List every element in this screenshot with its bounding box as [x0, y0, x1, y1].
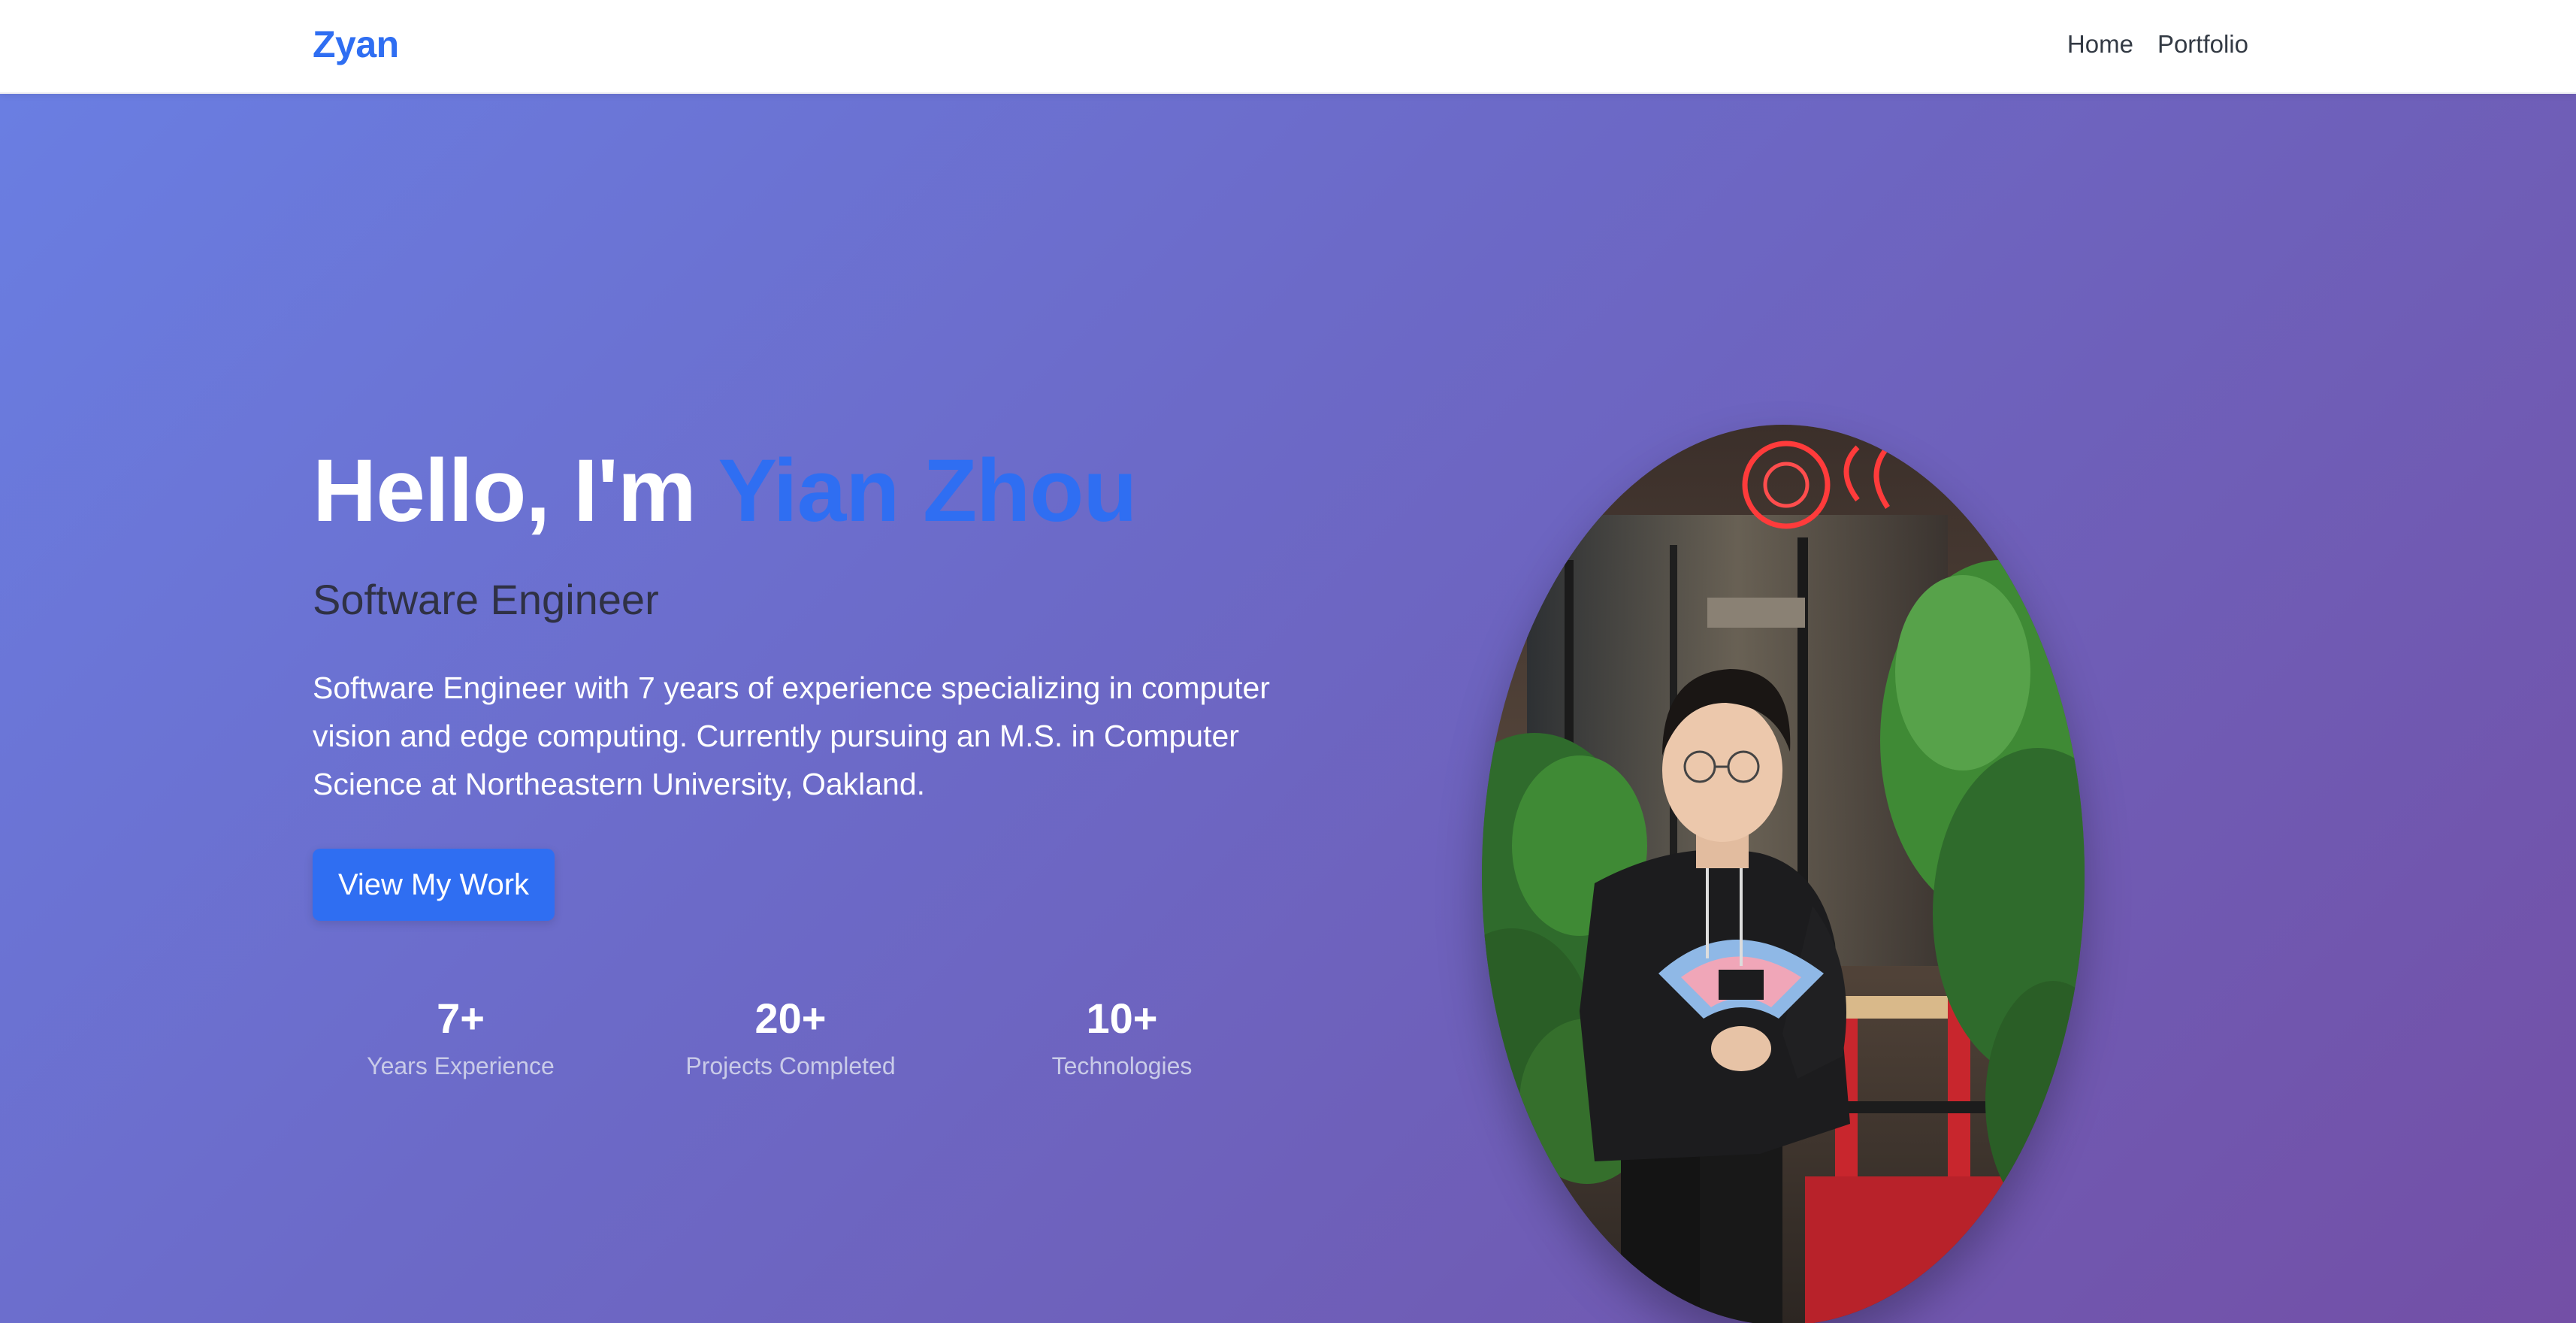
- stat-value: 10+: [1086, 995, 1158, 1042]
- stat-label: Years Experience: [367, 1052, 555, 1079]
- hero-description: Software Engineer with 7 years of experi…: [313, 671, 1270, 801]
- nav-link-home[interactable]: Home: [2067, 30, 2133, 59]
- profile-photo: [1482, 425, 2085, 1323]
- stats-row: 7+ Years Experience 20+ Projects Complet…: [0, 992, 2576, 1143]
- hero-name: Yian Zhou: [718, 441, 1137, 540]
- nav-link-portfolio[interactable]: Portfolio: [2157, 30, 2248, 59]
- brand-logo-link[interactable]: Zyan: [313, 23, 399, 66]
- top-navbar: Zyan Home Portfolio: [0, 0, 2576, 94]
- stat-value: 20+: [754, 995, 827, 1042]
- view-my-work-button[interactable]: View My Work: [313, 849, 555, 921]
- profile-photo-illustration: [1482, 425, 2085, 1323]
- hero-subtitle: Software Engineer: [313, 576, 659, 623]
- hero-title: Hello, I'm Yian Zhou: [313, 440, 1137, 542]
- stat-label: Technologies: [1051, 1052, 1193, 1079]
- stat-technologies: 10+ Technologies: [957, 992, 1287, 1080]
- stat-years-experience: 7+ Years Experience: [295, 992, 626, 1080]
- hero-section: Hello, I'm Yian Zhou Software Engineer S…: [0, 94, 2576, 1323]
- stat-value: 7+: [437, 995, 485, 1042]
- stat-projects-completed: 20+ Projects Completed: [625, 992, 956, 1080]
- hero-greeting: Hello, I'm: [313, 441, 718, 540]
- nav-links: Home Portfolio: [2067, 30, 2248, 59]
- stat-label: Projects Completed: [685, 1052, 896, 1079]
